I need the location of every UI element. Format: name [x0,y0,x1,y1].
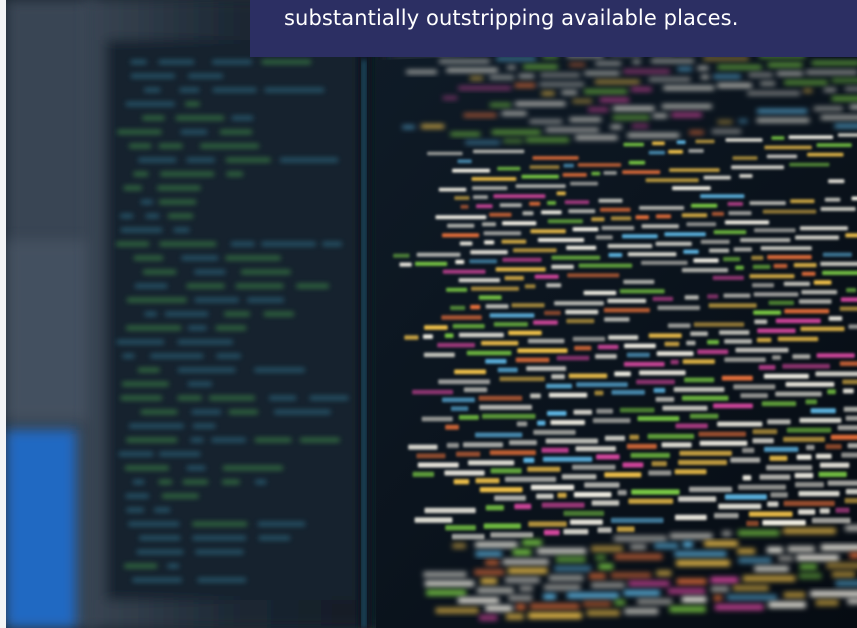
page: substantially outstripping available pla… [0,0,857,628]
caption-banner: substantially outstripping available pla… [250,0,857,57]
caption-text: substantially outstripping available pla… [284,5,739,30]
code-monitor-photo [6,0,857,628]
